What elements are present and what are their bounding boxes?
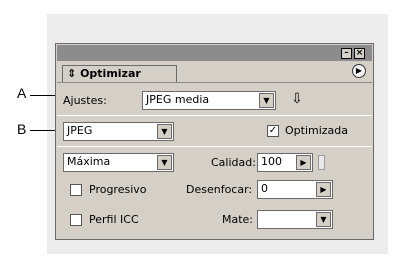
callout-b-label: B (17, 121, 27, 137)
panel-content: Ajustes: JPEG media ▼ ⇩ JPEG ▼ ✓ Optimiz… (57, 82, 372, 239)
mate-select[interactable]: ▼ (257, 210, 333, 229)
updown-arrows-icon: ⇕ (67, 67, 77, 80)
divider (57, 115, 372, 116)
chevron-right-icon[interactable]: ▶ (296, 155, 311, 170)
minimize-icon[interactable]: – (341, 48, 352, 59)
calidad-field[interactable]: 100 ▶ (257, 153, 313, 172)
chevron-down-icon: ▼ (316, 212, 331, 227)
close-icon[interactable]: × (354, 48, 365, 59)
panel-tabstrip: ⇕ Optimizar ▶ (57, 61, 372, 82)
desenfocar-value: 0 (261, 182, 268, 195)
optimizada-checkbox[interactable]: ✓ (267, 125, 279, 137)
calidad-label: Calidad: (211, 156, 256, 169)
panel-titlebar[interactable]: – × (57, 45, 372, 61)
chevron-down-icon: ▼ (157, 155, 172, 170)
tab-optimizar[interactable]: ⇕ Optimizar (62, 65, 177, 82)
progresivo-checkbox[interactable] (70, 184, 82, 196)
divider (57, 146, 372, 147)
desenfocar-field[interactable]: 0 ▶ (257, 180, 333, 199)
quality-preset-select[interactable]: Máxima ▼ (63, 153, 174, 172)
calidad-value: 100 (261, 155, 282, 168)
ajustes-select[interactable]: JPEG media ▼ (142, 91, 276, 110)
desenfocar-label: Desenfocar: (186, 183, 253, 196)
ajustes-label: Ajustes: (63, 94, 107, 107)
panel-menu-icon[interactable]: ▶ (352, 64, 366, 78)
perfil-icc-checkbox[interactable] (70, 214, 82, 226)
tab-label: Optimizar (80, 67, 141, 80)
chevron-down-icon: ▼ (157, 124, 172, 139)
progresivo-label: Progresivo (89, 183, 147, 196)
optimize-panel: – × ⇕ Optimizar ▶ Ajustes: JPEG media ▼ … (55, 43, 374, 240)
optimizada-label: Optimizada (285, 124, 349, 137)
mate-label: Mate: (222, 213, 254, 226)
perfil-icc-label: Perfil ICC (89, 213, 139, 226)
chevron-right-icon[interactable]: ▶ (316, 182, 331, 197)
callout-a-label: A (17, 85, 27, 101)
ajustes-value: JPEG media (146, 93, 210, 106)
format-select[interactable]: JPEG ▼ (63, 122, 174, 141)
quality-preset-value: Máxima (67, 155, 111, 168)
optimize-settings-icon[interactable]: ⇩ (288, 90, 306, 108)
chevron-down-icon: ▼ (259, 93, 274, 108)
format-value: JPEG (67, 124, 93, 137)
quality-slider-icon[interactable] (318, 155, 325, 170)
